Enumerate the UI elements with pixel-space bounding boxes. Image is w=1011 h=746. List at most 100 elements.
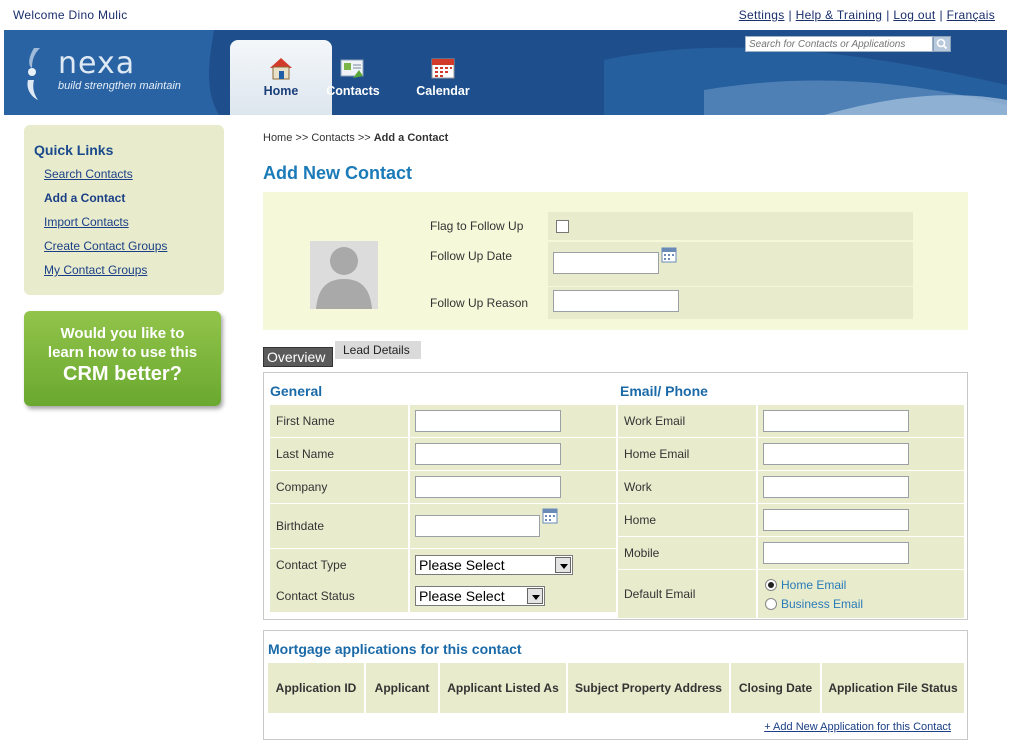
crm-training-promo[interactable]: Would you like to learn how to use this … (24, 311, 221, 406)
follow-up-date-row: Follow Up Date (423, 242, 913, 286)
promo-line-3: CRM better? (63, 363, 182, 385)
settings-link[interactable]: Settings (739, 8, 785, 22)
col-application-id[interactable]: Application ID (268, 663, 366, 713)
breadcrumb-current: Add a Contact (373, 132, 449, 144)
quick-link-add-contact-link[interactable]: Add a Contact (44, 191, 125, 205)
quick-link-import-contacts: Import Contacts (44, 215, 167, 239)
col-applicant[interactable]: Applicant (366, 663, 440, 713)
contacts-icon (340, 59, 364, 78)
add-new-application-link[interactable]: + Add New Application for this Contact (764, 721, 951, 733)
quick-link-search-contacts-link[interactable]: Search Contacts (44, 167, 133, 181)
contact-status-cell: Please Select (410, 580, 616, 612)
header-banner: nexa build strengthen maintain Home Cont… (4, 30, 1007, 115)
last-name-label: Last Name (270, 438, 408, 470)
quick-links-title: Quick Links (34, 142, 114, 158)
follow-up-reason-cell (548, 287, 913, 319)
breadcrumb: Home >> Contacts >> Add a Contact (263, 132, 448, 144)
chevron-down-icon (555, 557, 571, 573)
home-email-input[interactable] (763, 443, 909, 465)
quick-link-my-groups-link[interactable]: My Contact Groups (44, 263, 147, 277)
francais-link[interactable]: Français (947, 8, 995, 22)
contact-form: General First Name Last Name Company Bir… (263, 372, 968, 620)
home-phone-label: Home (618, 504, 756, 536)
logout-link[interactable]: Log out (893, 8, 935, 22)
follow-up-reason-input[interactable] (553, 290, 679, 312)
company-label: Company (270, 471, 408, 503)
work-email-input[interactable] (763, 410, 909, 432)
birthdate-cell (410, 504, 616, 548)
avatar[interactable] (310, 241, 378, 309)
quick-link-import-contacts-link[interactable]: Import Contacts (44, 215, 129, 229)
follow-up-panel: Flag to Follow Up Follow Up Date Follow … (263, 192, 968, 330)
quick-link-add-contact: Add a Contact (44, 191, 167, 215)
home-email-cell (758, 438, 964, 470)
mobile-input[interactable] (763, 542, 909, 564)
brand-name: nexa (58, 46, 136, 81)
first-name-input[interactable] (415, 410, 561, 432)
col-closing-date[interactable]: Closing Date (731, 663, 822, 713)
default-email-home-label[interactable]: Home Email (781, 578, 846, 592)
default-email-business-radio[interactable] (765, 598, 777, 610)
brand-tagline: build strengthen maintain (58, 80, 181, 92)
flag-follow-up-cell (548, 212, 913, 240)
search-button[interactable] (933, 36, 951, 52)
quick-link-create-groups-link[interactable]: Create Contact Groups (44, 239, 167, 253)
contact-status-select[interactable]: Please Select (415, 586, 545, 606)
chevron-down-icon (527, 588, 543, 604)
follow-up-date-cell (548, 242, 913, 286)
top-bar: Welcome Dino Mulic Settings | Help & Train… (0, 0, 1011, 30)
email-phone-section-title: Email/ Phone (620, 383, 708, 399)
page-title: Add New Contact (263, 163, 413, 183)
breadcrumb-contacts[interactable]: Contacts (311, 132, 354, 144)
col-applicant-listed-as[interactable]: Applicant Listed As (440, 663, 568, 713)
default-email-home-radio[interactable] (765, 579, 777, 591)
default-email-business-label[interactable]: Business Email (781, 597, 863, 611)
nav-home-label: Home (263, 84, 299, 98)
quick-link-my-groups: My Contact Groups (44, 263, 167, 287)
contact-status-label: Contact Status (270, 580, 408, 612)
mobile-label: Mobile (618, 537, 756, 569)
last-name-input[interactable] (415, 443, 561, 465)
last-name-cell (410, 438, 616, 470)
home-email-label: Home Email (618, 438, 756, 470)
breadcrumb-home[interactable]: Home (263, 132, 292, 144)
nav-tab-calendar[interactable]: Calendar (392, 40, 494, 115)
first-name-label: First Name (270, 405, 408, 437)
follow-up-date-calendar-icon[interactable] (661, 247, 677, 263)
nexa-logo[interactable]: nexa build strengthen maintain (20, 42, 220, 112)
work-phone-input[interactable] (763, 476, 909, 498)
contact-type-value: Please Select (419, 557, 505, 573)
work-email-label: Work Email (618, 405, 756, 437)
birthdate-calendar-icon[interactable] (542, 508, 558, 524)
breadcrumb-separator: >> (295, 132, 309, 144)
contact-type-select[interactable]: Please Select (415, 555, 573, 575)
work-email-cell (758, 405, 964, 437)
col-application-file-status[interactable]: Application File Status (822, 663, 964, 713)
birthdate-input[interactable] (415, 515, 540, 537)
work-phone-cell (758, 471, 964, 503)
tab-overview[interactable]: Overview (263, 347, 333, 367)
col-subject-property-address[interactable]: Subject Property Address (568, 663, 731, 713)
company-cell (410, 471, 616, 503)
promo-line-1: Would you like to (60, 325, 185, 342)
home-phone-input[interactable] (763, 509, 909, 531)
default-email-label: Default Email (618, 570, 756, 618)
contact-type-label: Contact Type (270, 549, 408, 581)
quick-link-create-groups: Create Contact Groups (44, 239, 167, 263)
follow-up-reason-label: Follow Up Reason (430, 296, 529, 310)
nav-calendar-label: Calendar (416, 84, 470, 98)
nav-tab-contacts[interactable]: Contacts (301, 40, 405, 115)
welcome-text: Welcome Dino Mulic (13, 8, 128, 22)
quick-links-list: Search Contacts Add a Contact Import Con… (44, 167, 167, 287)
tab-lead-details[interactable]: Lead Details (335, 341, 421, 359)
mobile-cell (758, 537, 964, 569)
search-input[interactable] (745, 36, 933, 52)
calendar-icon (431, 58, 455, 79)
avatar-placeholder-icon (310, 241, 378, 309)
follow-up-date-input[interactable] (553, 252, 659, 274)
flag-follow-up-checkbox[interactable] (556, 220, 569, 233)
help-training-link[interactable]: Help & Training (796, 8, 883, 22)
quick-link-search-contacts: Search Contacts (44, 167, 167, 191)
quick-links-panel: Quick Links Search Contacts Add a Contac… (24, 125, 224, 295)
company-input[interactable] (415, 476, 561, 498)
